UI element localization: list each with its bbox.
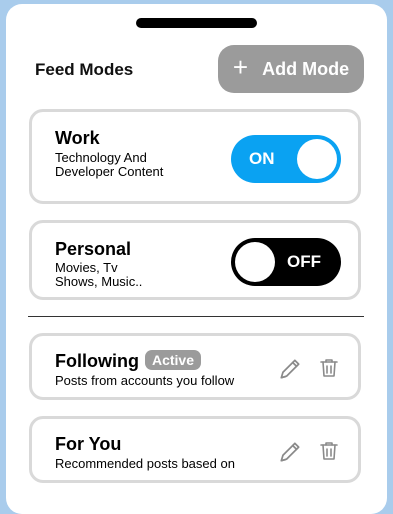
mode-title: Work: [55, 128, 100, 148]
toggle-knob: [235, 242, 275, 282]
plus-icon: +: [232, 52, 249, 82]
toggle-state-label: OFF: [287, 252, 321, 271]
feed-title-text: Following: [55, 351, 139, 371]
feed-card-following[interactable]: Following Active Posts from accounts you …: [29, 333, 361, 400]
mode-toggle-personal[interactable]: OFF: [231, 238, 341, 286]
mode-description: Movies, Tv Shows, Music..: [55, 260, 143, 289]
sheet-drag-handle[interactable]: [136, 18, 257, 28]
trash-icon[interactable]: [317, 356, 343, 382]
feed-description: Recommended posts based on: [55, 456, 235, 471]
feed-title-text: For You: [55, 434, 122, 454]
add-mode-button[interactable]: + Add Mode: [218, 45, 364, 93]
pencil-icon[interactable]: [277, 356, 303, 382]
trash-icon[interactable]: [317, 439, 343, 465]
toggle-knob: [297, 139, 337, 179]
mode-toggle-work[interactable]: ON: [231, 135, 341, 183]
feed-description: Posts from accounts you follow: [55, 373, 235, 388]
feed-title: Following Active: [55, 350, 202, 372]
status-badge: Active: [144, 350, 202, 370]
pencil-icon[interactable]: [277, 439, 303, 465]
feed-modes-sheet: Feed Modes + Add Mode Work Technology An…: [6, 4, 387, 514]
toggle-state-label: ON: [249, 149, 275, 168]
page-title: Feed Modes: [35, 60, 134, 79]
mode-description: Technology And Developer Content: [55, 150, 164, 179]
section-divider: [28, 316, 364, 317]
mode-title: Personal: [55, 239, 132, 259]
mode-card-work: Work Technology And Developer Content ON: [29, 109, 361, 204]
add-mode-label: Add Mode: [262, 58, 350, 79]
mode-card-personal: Personal Movies, Tv Shows, Music.. OFF: [29, 220, 361, 300]
feed-title: For You: [55, 434, 121, 455]
feed-card-for-you[interactable]: For You Recommended posts based on: [29, 416, 361, 483]
